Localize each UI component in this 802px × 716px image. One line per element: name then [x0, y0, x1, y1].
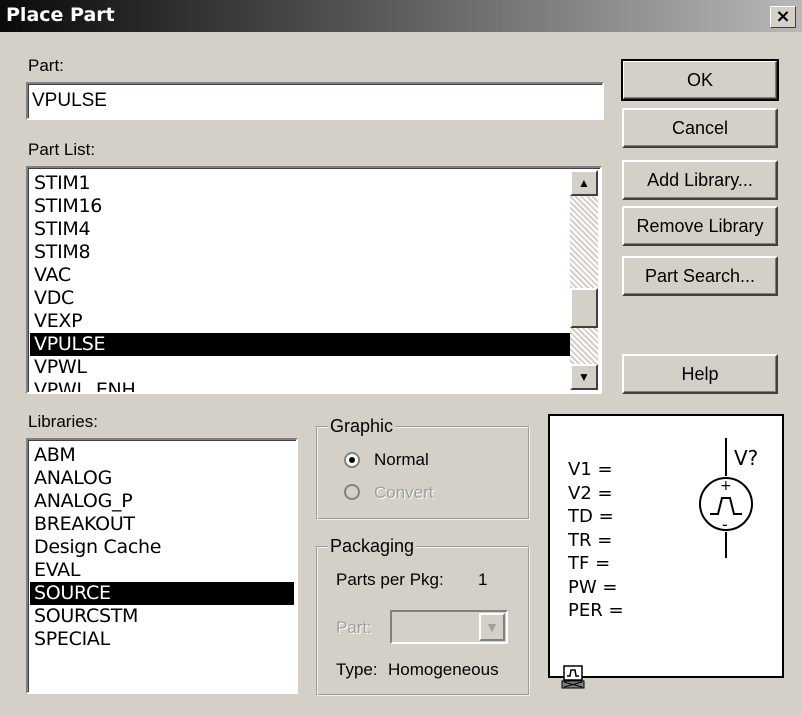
graphic-legend: Graphic	[328, 416, 396, 437]
package-part-dropdown-button: ▼	[479, 613, 505, 641]
preview-param: V2 =	[568, 482, 613, 504]
scroll-thumb[interactable]	[570, 288, 598, 328]
help-button[interactable]: Help	[622, 354, 778, 394]
list-item[interactable]: VPWL	[30, 356, 575, 379]
library-list-items: ABM ANALOG ANALOG_P BREAKOUT Design Cache EVA…	[30, 444, 294, 651]
list-item[interactable]: STIM16	[30, 195, 575, 218]
list-item[interactable]: ANALOG	[30, 467, 294, 490]
part-preview: V1 = V2 = TD = TR = TF = PW = PER = + - V?	[548, 414, 784, 678]
list-item[interactable]: ABM	[30, 444, 294, 467]
list-item[interactable]: EVAL	[30, 559, 294, 582]
svg-text:-: -	[722, 515, 728, 534]
part-input[interactable]: VPULSE	[26, 82, 604, 120]
parts-per-pkg-value: 1	[478, 570, 488, 589]
part-list-label: Part List:	[28, 140, 96, 159]
convert-radio-label: Convert	[374, 483, 434, 502]
title-bar: Place Part ×	[0, 0, 802, 32]
chevron-down-icon: ▼	[485, 619, 499, 635]
parts-per-pkg-label: Parts per Pkg:	[336, 570, 444, 589]
cancel-button[interactable]: Cancel	[622, 108, 778, 148]
part-list-items: STIM1 STIM16 STIM4 STIM8 VAC VDC VEXP VPULSE VPW…	[30, 172, 575, 392]
dialog-title: Place Part	[6, 4, 115, 26]
preview-param: TD =	[568, 506, 614, 527]
libraries-listbox[interactable]: ABM ANALOG ANALOG_P BREAKOUT Design Cache EVA…	[26, 438, 298, 694]
preview-param: TR =	[568, 529, 613, 551]
package-part-label: Part:	[336, 618, 372, 637]
type-label: Type:	[336, 660, 378, 679]
preview-param: TF =	[568, 553, 611, 574]
part-label: Part:	[28, 56, 64, 75]
part-list-scrollbar[interactable]: ▲ ▼	[570, 170, 598, 390]
scroll-down-arrow-icon: ▼	[578, 370, 590, 384]
list-item[interactable]: STIM1	[30, 172, 575, 195]
close-icon: ×	[775, 6, 791, 27]
close-button[interactable]: ×	[770, 6, 796, 28]
reference-designator: V?	[734, 446, 759, 470]
package-part-combo: ▼	[390, 610, 508, 644]
list-item[interactable]: SOURCSTM	[30, 605, 294, 628]
preview-param: V1 =	[568, 459, 613, 480]
ok-button[interactable]: OK	[621, 59, 779, 101]
list-item[interactable]: VAC	[30, 264, 575, 287]
list-item[interactable]: Design Cache	[30, 536, 294, 559]
part-listbox[interactable]: STIM1 STIM16 STIM4 STIM8 VAC VDC VEXP VPULSE VPW…	[26, 166, 602, 394]
graphic-group: Graphic Normal Convert	[316, 416, 530, 520]
remove-library-button[interactable]: Remove Library	[622, 206, 778, 246]
list-item[interactable]: VPWL_ENH	[30, 379, 575, 392]
normal-radio[interactable]	[344, 452, 360, 468]
list-item[interactable]: BREAKOUT	[30, 513, 294, 536]
preview-params: V1 = V2 = TD = TR = TF = PW = PER =	[568, 458, 624, 623]
libraries-label: Libraries:	[28, 412, 98, 431]
scroll-up-button[interactable]: ▲	[570, 170, 598, 196]
preview-param: PER =	[568, 600, 624, 621]
pulse-voltage-source-icon: + -	[699, 438, 753, 558]
svg-text:+: +	[720, 478, 732, 494]
list-item[interactable]: VEXP	[30, 310, 575, 333]
add-library-button[interactable]: Add Library...	[622, 160, 778, 200]
normal-radio-label[interactable]: Normal	[374, 450, 429, 470]
place-part-dialog: Place Part × Part: VPULSE Part List: STI…	[0, 0, 802, 716]
small-schematic-icon[interactable]	[560, 664, 586, 690]
list-item[interactable]: SOURCE	[30, 582, 294, 605]
part-search-button[interactable]: Part Search...	[622, 256, 778, 296]
list-item[interactable]: ANALOG_P	[30, 490, 294, 513]
list-item[interactable]: STIM8	[30, 241, 575, 264]
packaging-legend: Packaging	[328, 536, 417, 557]
preview-param: PW =	[568, 576, 618, 598]
convert-radio	[344, 484, 360, 500]
type-value: Homogeneous	[388, 660, 499, 679]
list-item[interactable]: VDC	[30, 287, 575, 310]
list-item[interactable]: SPECIAL	[30, 628, 294, 651]
scroll-down-button[interactable]: ▼	[570, 364, 598, 390]
scroll-up-arrow-icon: ▲	[578, 176, 590, 190]
list-item[interactable]: STIM4	[30, 218, 575, 241]
list-item[interactable]: VPULSE	[30, 333, 575, 356]
